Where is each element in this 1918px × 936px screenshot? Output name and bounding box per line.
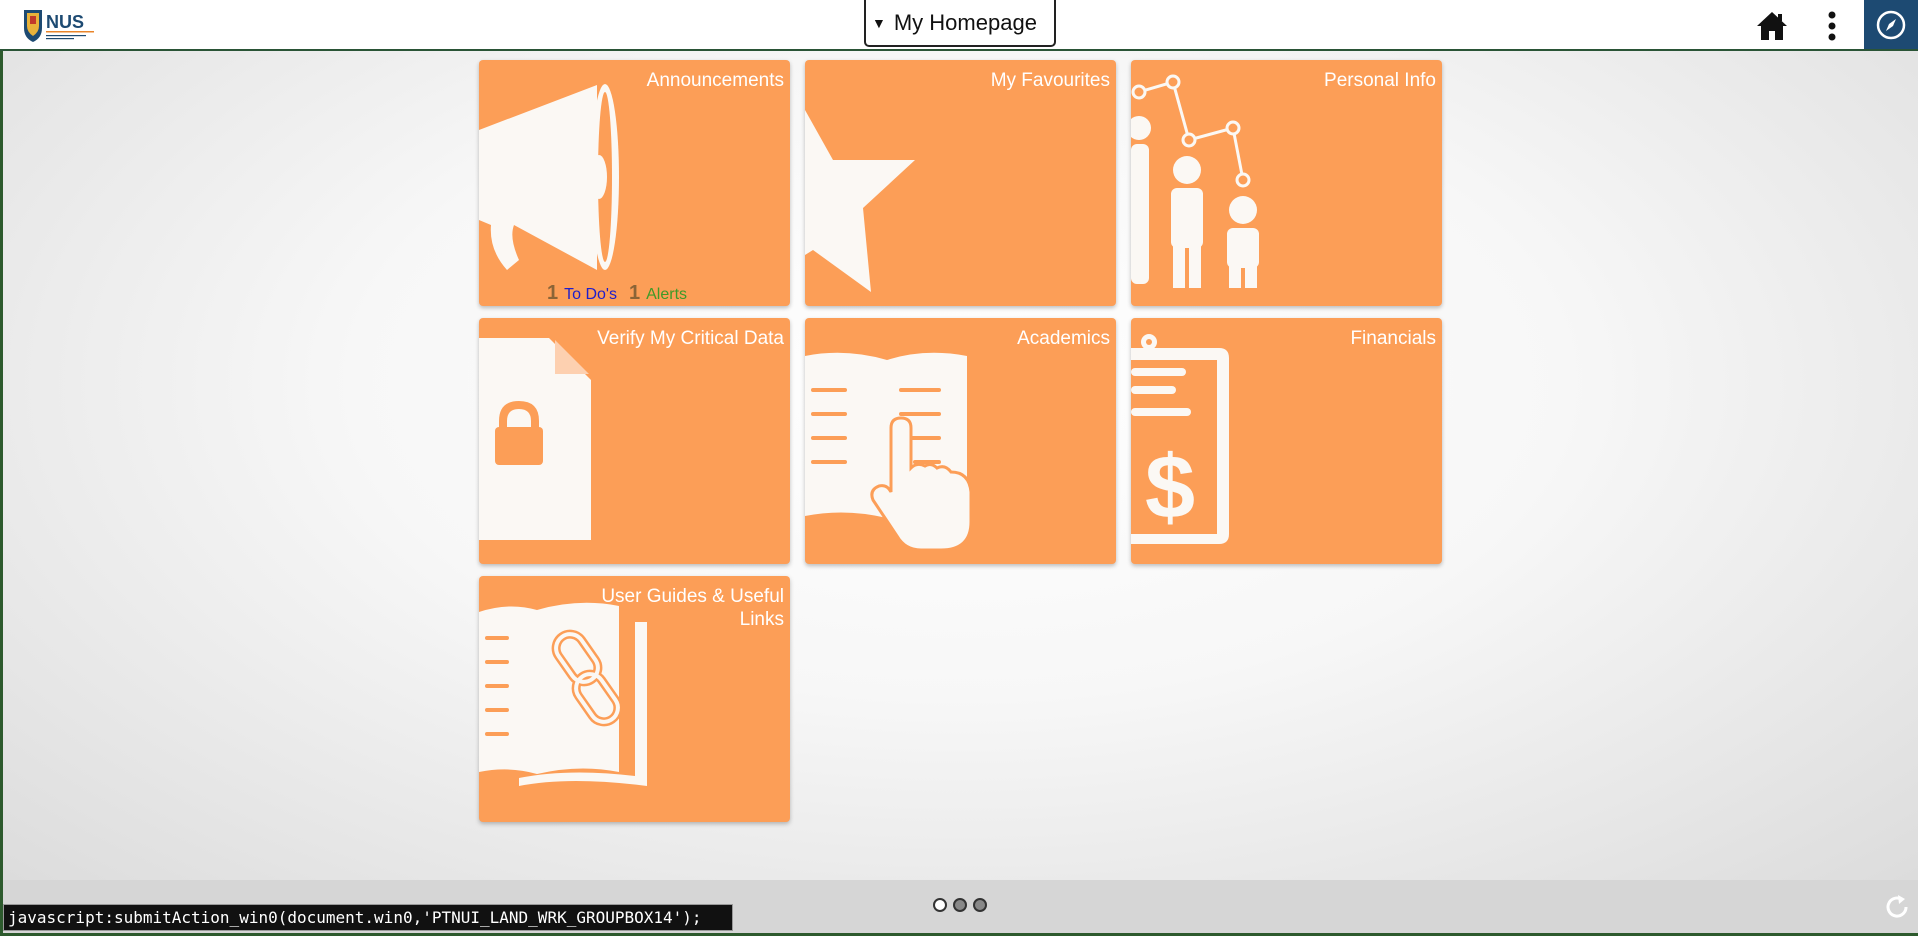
locked-document-icon	[479, 338, 591, 540]
tile-title: User Guides & Useful Links	[601, 586, 784, 630]
compass-icon	[1876, 10, 1906, 39]
tile-title: Personal Info	[1324, 70, 1436, 91]
clipboard-dollar-icon: $	[1131, 334, 1229, 544]
homepage-tiles-area: Announcements 1 To Do's 1 Alerts My Favo…	[3, 51, 1918, 880]
tile-personal-info[interactable]: Personal Info	[1131, 60, 1442, 306]
tile-title: Academics	[1017, 328, 1110, 349]
tile-title: Financials	[1350, 328, 1436, 349]
tile-announcements[interactable]: Announcements 1 To Do's 1 Alerts	[479, 60, 790, 306]
tile-title: My Favourites	[990, 70, 1110, 91]
page-indicator	[933, 898, 987, 912]
page-dot-1[interactable]	[933, 898, 947, 912]
page-dot-3[interactable]	[973, 898, 987, 912]
refresh-icon[interactable]	[1882, 892, 1912, 922]
alerts-label[interactable]: Alerts	[646, 286, 687, 304]
logo-text: NUS	[46, 12, 84, 32]
people-chart-icon	[1131, 74, 1259, 288]
tile-user-guides[interactable]: User Guides & Useful Links	[479, 576, 790, 822]
todo-label[interactable]: To Do's	[564, 286, 617, 304]
announcement-counts: 1 To Do's 1 Alerts	[547, 282, 687, 305]
tile-title: Verify My Critical Data	[597, 328, 784, 349]
book-pointer-icon	[805, 352, 973, 552]
caret-down-icon: ▼	[872, 14, 886, 31]
tile-academics[interactable]: Academics	[805, 318, 1116, 564]
star-icon	[805, 110, 915, 292]
tile-title: Announcements	[646, 70, 784, 91]
page-dot-2[interactable]	[953, 898, 967, 912]
homepage-selector[interactable]: ▼ My Homepage	[864, 0, 1056, 47]
dollar-glyph: $	[1145, 438, 1195, 538]
home-icon[interactable]	[1754, 8, 1790, 44]
tile-my-favourites[interactable]: My Favourites	[805, 60, 1116, 306]
megaphone-icon	[479, 84, 619, 270]
nus-logo[interactable]: NUS	[22, 8, 102, 44]
tile-verify-critical-data[interactable]: Verify My Critical Data	[479, 318, 790, 564]
tile-financials[interactable]: $ Financials	[1131, 318, 1442, 564]
kebab-menu-icon[interactable]	[1814, 8, 1850, 44]
alerts-count[interactable]: 1	[629, 282, 640, 305]
header-bar: NUS ▼ My Homepage	[0, 0, 1918, 51]
browser-status-bar: javascript:submitAction_win0(document.wi…	[3, 904, 733, 931]
homepage-selector-label: My Homepage	[893, 9, 1037, 35]
todo-count[interactable]: 1	[547, 282, 558, 305]
navbar-button[interactable]	[1864, 0, 1918, 49]
